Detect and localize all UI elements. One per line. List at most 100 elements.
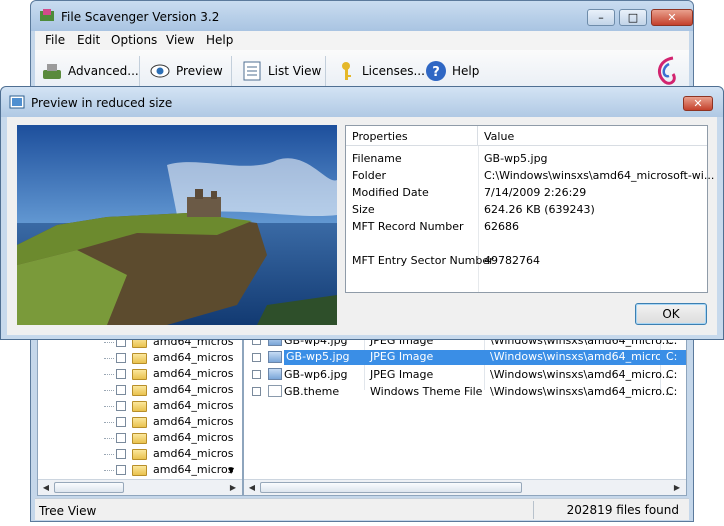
image-file-icon <box>268 351 282 363</box>
preview-icon <box>9 95 25 109</box>
dialog-close-button[interactable]: ✕ <box>683 96 713 111</box>
advanced-button[interactable]: Advanced... <box>41 58 139 84</box>
tree-item[interactable]: amd64_micros <box>38 366 234 382</box>
file-folder: \Windows\winsxs\amd64_micro... <box>484 350 672 365</box>
list-horizontal-scrollbar[interactable]: ◀ ▶ <box>244 479 686 495</box>
property-row[interactable]: Modified Date 7/14/2009 2:26:29 <box>346 184 707 201</box>
scroll-right-arrow-icon[interactable]: ▶ <box>670 481 684 495</box>
scroll-left-arrow-icon[interactable]: ◀ <box>245 481 259 495</box>
tree-checkbox[interactable] <box>116 353 126 363</box>
property-value: 7/14/2009 2:26:29 <box>484 186 587 199</box>
licenses-button[interactable]: Licenses... <box>335 58 425 84</box>
file-row[interactable]: GB-wp6.jpg JPEG Image \Windows\winsxs\am… <box>244 366 686 383</box>
folder-icon <box>132 417 147 428</box>
main-title-bar[interactable]: File Scavenger Version 3.2 – □ ✕ <box>31 1 693 31</box>
property-name: Filename <box>352 152 402 165</box>
scrollbar-thumb[interactable] <box>54 482 124 493</box>
property-row[interactable]: Filename GB-wp5.jpg <box>346 150 707 167</box>
property-name: MFT Record Number <box>352 220 464 233</box>
properties-header[interactable]: Properties <box>346 126 478 146</box>
close-button[interactable]: ✕ <box>651 9 693 26</box>
scroll-down-arrow-icon[interactable]: ▼ <box>228 466 234 475</box>
file-type: JPEG Image <box>364 350 484 365</box>
preview-image <box>17 125 337 325</box>
property-value: 49782764 <box>484 254 540 267</box>
file-row[interactable]: GB.theme Windows Theme File \Windows\win… <box>244 383 686 400</box>
folder-icon <box>132 465 147 476</box>
tree-item[interactable]: amd64_micros <box>38 350 234 366</box>
tree-horizontal-scrollbar[interactable]: ◀ ▶ <box>38 479 242 495</box>
scroll-right-arrow-icon[interactable]: ▶ <box>226 481 240 495</box>
property-row[interactable]: Size 624.26 KB (639243) <box>346 201 707 218</box>
file-drive: C: <box>666 385 678 398</box>
property-name: Modified Date <box>352 186 429 199</box>
licenses-label: Licenses... <box>362 64 425 78</box>
tree-checkbox[interactable] <box>116 385 126 395</box>
key-icon <box>342 62 351 80</box>
ok-button[interactable]: OK <box>635 303 707 325</box>
tree-item-label: amd64_micros <box>153 367 234 380</box>
scrollbar-thumb[interactable] <box>260 482 522 493</box>
properties-list[interactable]: Properties Value Filename GB-wp5.jpg Fold… <box>345 125 714 293</box>
file-drive: C: <box>666 368 678 381</box>
tree-checkbox[interactable] <box>116 417 126 427</box>
tools-icon <box>43 64 61 79</box>
file-name: GB-wp5.jpg <box>284 350 364 365</box>
tree-checkbox[interactable] <box>116 401 126 411</box>
file-checkbox[interactable] <box>252 353 261 362</box>
property-row[interactable]: Folder C:\Windows\winsxs\amd64_microsoft-… <box>346 167 714 184</box>
status-left: Tree View <box>39 504 97 518</box>
property-row[interactable] <box>346 235 707 252</box>
file-folder: \Windows\winsxs\amd64_micro... <box>490 368 673 381</box>
file-checkbox[interactable] <box>252 370 261 379</box>
file-row[interactable]: GB-wp5.jpg JPEG Image \Windows\winsxs\am… <box>244 349 686 366</box>
tree-item-label: amd64_micros <box>153 415 234 428</box>
maximize-button[interactable]: □ <box>619 9 647 26</box>
tree-item-label: amd64_micros <box>153 431 234 444</box>
dialog-body: Properties Value Filename GB-wp5.jpg Fold… <box>7 117 717 335</box>
list-view-button[interactable]: List View <box>241 58 321 84</box>
brand-logo-icon <box>657 56 676 85</box>
tree-item[interactable]: amd64_micros <box>38 462 234 478</box>
file-checkbox[interactable] <box>252 387 261 396</box>
tree-item-label: amd64_micros <box>153 463 234 476</box>
menu-view[interactable]: View <box>166 33 194 47</box>
dialog-title-bar[interactable]: Preview in reduced size ✕ <box>1 87 723 117</box>
menu-help[interactable]: Help <box>206 33 233 47</box>
menu-file[interactable]: File <box>45 33 65 47</box>
property-name: Size <box>352 203 375 216</box>
scroll-left-arrow-icon[interactable]: ◀ <box>39 481 53 495</box>
property-row[interactable]: MFT Entry Sector Number 49782764 <box>346 252 707 269</box>
preview-button[interactable]: Preview <box>149 58 223 84</box>
minimize-button[interactable]: – <box>587 9 615 26</box>
tree-checkbox[interactable] <box>116 433 126 443</box>
file-list[interactable]: GB-wp4.jpg JPEG Image \Windows\winsxs\am… <box>243 329 687 496</box>
tree-item[interactable]: amd64_micros <box>38 414 234 430</box>
tree-checkbox[interactable] <box>116 369 126 379</box>
tree-item[interactable]: amd64_micros <box>38 398 234 414</box>
tree-checkbox[interactable] <box>116 449 126 459</box>
property-name: Folder <box>352 169 386 182</box>
property-value: GB-wp5.jpg <box>484 152 548 165</box>
list-view-label: List View <box>268 64 322 78</box>
list-icon <box>243 61 261 81</box>
tree-checkbox[interactable] <box>116 465 126 475</box>
help-icon: ? <box>426 61 446 81</box>
property-value: C:\Windows\winsxs\amd64_microsoft-wi... <box>484 169 715 182</box>
menu-edit[interactable]: Edit <box>77 33 100 47</box>
tree-item[interactable]: amd64_micros <box>38 382 234 398</box>
main-window-title: File Scavenger Version 3.2 <box>61 10 220 24</box>
tree-item[interactable]: amd64_micros <box>38 446 234 462</box>
file-folder: \Windows\winsxs\amd64_micro... <box>490 385 673 398</box>
property-value: 624.26 KB (639243) <box>484 203 595 216</box>
dialog-title: Preview in reduced size <box>31 96 173 110</box>
folder-icon <box>132 433 147 444</box>
property-row[interactable]: MFT Record Number 62686 <box>346 218 707 235</box>
tree-items: amd64_micros amd64_micros amd64_micros a… <box>38 330 242 480</box>
file-drive: C: <box>660 350 686 365</box>
value-header[interactable]: Value <box>478 126 707 146</box>
help-button[interactable]: ? Help <box>425 58 479 84</box>
tree-item[interactable]: amd64_micros <box>38 430 234 446</box>
tree-view[interactable]: amd64_micros amd64_micros amd64_micros a… <box>37 329 243 496</box>
menu-options[interactable]: Options <box>111 33 157 47</box>
